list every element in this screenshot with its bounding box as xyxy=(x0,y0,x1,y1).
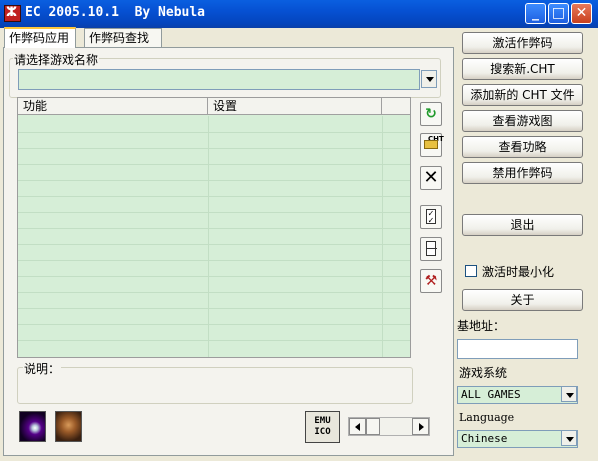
exit-button[interactable]: 退出 xyxy=(462,214,583,236)
add-cht-file-button[interactable]: 添加新的 CHT 文件 xyxy=(462,84,583,106)
grid-line xyxy=(18,276,410,277)
grid-line xyxy=(18,260,410,261)
tools-icon[interactable]: ⚒ xyxy=(420,269,442,293)
window-title: EC 2005.10.1 By Nebula xyxy=(25,5,206,20)
grid-line xyxy=(18,340,410,341)
game-select-input[interactable] xyxy=(18,69,420,90)
title-bar[interactable]: ⵣ EC 2005.10.1 By Nebula _ □ ✕ xyxy=(0,0,598,28)
about-button[interactable]: 关于 xyxy=(462,289,583,311)
tab-cheat-apply[interactable]: 作弊码应用 xyxy=(4,27,76,48)
minimize-on-activate-checkbox[interactable] xyxy=(465,265,477,277)
description-box xyxy=(17,367,413,404)
language-dropdown-button[interactable] xyxy=(561,430,577,446)
column-divider xyxy=(382,116,383,357)
close-icon: ✕ xyxy=(575,5,588,21)
grid-line xyxy=(18,244,410,245)
delete-icon[interactable]: ✕ xyxy=(420,166,442,190)
grid-line xyxy=(18,164,410,165)
minimize-button[interactable]: _ xyxy=(525,3,546,24)
cheat-list-header: 功能 设置 xyxy=(18,98,410,115)
game-select-dropdown-button[interactable] xyxy=(421,70,437,88)
emu-ico-button[interactable]: EMU ICO xyxy=(305,411,340,443)
game-system-select[interactable]: ALL GAMES xyxy=(457,386,578,404)
grid-line xyxy=(18,228,410,229)
column-header-setting[interactable]: 设置 xyxy=(208,98,382,115)
cheat-list[interactable]: 功能 设置 xyxy=(17,97,411,358)
close-button[interactable]: ✕ xyxy=(571,3,592,24)
check-list-icon[interactable]: ✓ ✓ xyxy=(420,205,442,229)
maximize-icon: □ xyxy=(551,5,566,21)
grid-line xyxy=(18,324,410,325)
blank-list-icon[interactable] xyxy=(420,237,442,261)
language-label: Language xyxy=(459,411,515,424)
grid-line xyxy=(18,196,410,197)
search-new-cht-button[interactable]: 搜索新.CHT xyxy=(462,58,583,80)
maximize-button[interactable]: □ xyxy=(548,3,569,24)
minimize-on-activate-label: 激活时最小化 xyxy=(482,265,555,279)
grid-line xyxy=(18,148,410,149)
grid-line xyxy=(18,180,410,181)
grid-line xyxy=(18,308,410,309)
tab-cheat-search[interactable]: 作弊码查找 xyxy=(84,28,162,47)
folder-icon xyxy=(424,140,438,149)
scroll-left-arrow-icon[interactable] xyxy=(349,418,366,435)
emu-label: EMU xyxy=(314,416,331,426)
game-thumbnail-2[interactable] xyxy=(55,411,82,442)
description-label: 说明： xyxy=(23,360,62,377)
game-system-label: 游戏系统 xyxy=(459,366,508,380)
minimize-icon: _ xyxy=(532,5,539,21)
grid-line xyxy=(18,132,410,133)
grid-line xyxy=(18,212,410,213)
game-thumbnail-1[interactable] xyxy=(19,411,46,442)
activate-cheat-button[interactable]: 激活作弊码 xyxy=(462,32,583,54)
grid-line xyxy=(18,292,410,293)
game-select-label: 请选择游戏名称 xyxy=(13,51,100,68)
disable-cheat-button[interactable]: 禁用作弊码 xyxy=(462,162,583,184)
scroll-thumb[interactable] xyxy=(366,418,380,435)
open-cht-icon[interactable]: CHT xyxy=(420,133,444,157)
language-select[interactable]: Chinese xyxy=(457,430,578,448)
game-system-dropdown-button[interactable] xyxy=(561,386,577,402)
column-header-function[interactable]: 功能 xyxy=(18,98,208,115)
horizontal-scrollbar[interactable] xyxy=(348,417,430,436)
view-game-image-button[interactable]: 查看游戏图 xyxy=(462,110,583,132)
base-address-input[interactable] xyxy=(457,339,578,359)
ico-label: ICO xyxy=(314,427,331,437)
view-strategy-button[interactable]: 查看功略 xyxy=(462,136,583,158)
column-divider xyxy=(208,116,209,357)
app-icon[interactable]: ⵣ xyxy=(4,5,21,22)
refresh-icon[interactable]: ↻ xyxy=(420,102,442,126)
base-address-label: 基地址： xyxy=(457,319,506,333)
scroll-right-arrow-icon[interactable] xyxy=(412,418,429,435)
